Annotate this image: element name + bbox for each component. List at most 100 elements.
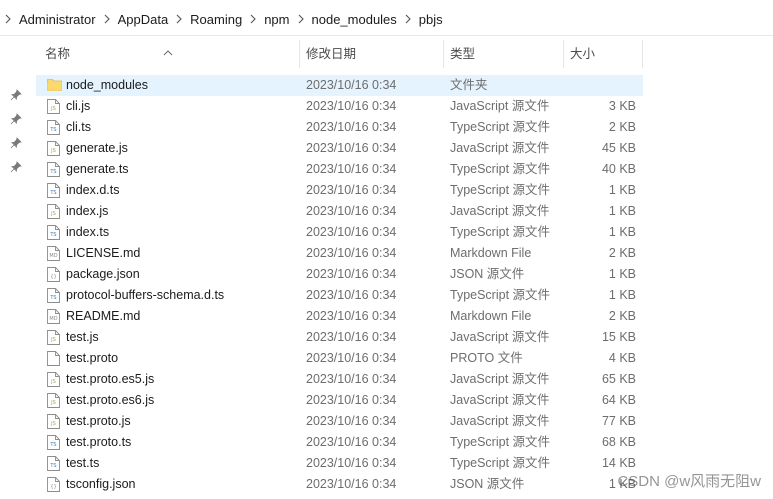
file-modified-date: 2023/10/16 0:34: [306, 393, 397, 407]
file-size: 65 KB: [601, 372, 636, 386]
breadcrumb: Administrator AppData Roaming npm node_modul…: [0, 10, 446, 28]
file-name: generate.js: [66, 141, 128, 155]
file-name: test.proto.ts: [66, 435, 132, 449]
js-file-icon: JS: [47, 330, 60, 345]
pin-icon[interactable]: [10, 88, 22, 101]
file-type: TypeScript 源文件: [450, 288, 551, 302]
chevron-right-icon[interactable]: [1, 12, 15, 26]
file-row[interactable]: {} tsconfig.json 2023/10/16 0:34 JSON 源文件 1 …: [36, 474, 643, 495]
ts-file-icon: TS: [47, 120, 60, 135]
chevron-right-icon[interactable]: [172, 12, 186, 26]
file-row[interactable]: JS test.proto.js 2023/10/16 0:34 JavaScript…: [36, 411, 643, 432]
column-header-size[interactable]: 大小: [564, 40, 643, 68]
chevron-right-icon[interactable]: [294, 12, 308, 26]
file-row[interactable]: JS test.js 2023/10/16 0:34 JavaScript 源文件 15…: [36, 327, 643, 348]
file-row[interactable]: test.proto 2023/10/16 0:34 PROTO 文件 4 KB: [36, 348, 643, 369]
file-type: Markdown File: [450, 309, 532, 323]
folder-row[interactable]: node_modules 2023/10/16 0:34 文件夹: [36, 75, 643, 96]
json-file-icon: {}: [47, 267, 60, 282]
file-type: TypeScript 源文件: [450, 162, 551, 176]
breadcrumb-item[interactable]: node_modules: [309, 12, 400, 27]
file-row[interactable]: TS test.proto.ts 2023/10/16 0:34 TypeScript…: [36, 432, 643, 453]
column-header-row: 名称 修改日期 类型 大小: [36, 40, 643, 68]
file-name: README.md: [66, 309, 141, 323]
pin-icon[interactable]: [10, 160, 22, 173]
file-modified-date: 2023/10/16 0:34: [306, 477, 397, 491]
file-type: TypeScript 源文件: [450, 225, 551, 239]
file-modified-date: 2023/10/16 0:34: [306, 456, 397, 470]
json-file-icon: {}: [47, 477, 60, 492]
file-type: JavaScript 源文件: [450, 414, 550, 428]
file-size: 64 KB: [601, 393, 636, 407]
column-header-type[interactable]: 类型: [444, 40, 564, 68]
file-type: JavaScript 源文件: [450, 204, 550, 218]
js-file-icon: JS: [47, 141, 60, 156]
breadcrumb-item[interactable]: Administrator: [16, 12, 99, 27]
file-list: node_modules 2023/10/16 0:34 文件夹 JS cli.js 20…: [36, 75, 643, 495]
ts-file-icon: TS: [47, 288, 60, 303]
file-name: test.proto.es6.js: [66, 393, 155, 407]
file-row[interactable]: MD README.md 2023/10/16 0:34 Markdown File 2…: [36, 306, 643, 327]
ts-file-icon: TS: [47, 183, 60, 198]
file-modified-date: 2023/10/16 0:34: [306, 330, 397, 344]
js-file-icon: JS: [47, 393, 60, 408]
ts-file-icon: TS: [47, 162, 60, 177]
breadcrumb-item[interactable]: npm: [261, 12, 292, 27]
file-row[interactable]: MD LICENSE.md 2023/10/16 0:34 Markdown File…: [36, 243, 643, 264]
chevron-right-icon[interactable]: [246, 12, 260, 26]
column-header-name[interactable]: 名称: [36, 40, 300, 68]
breadcrumb-item[interactable]: Roaming: [187, 12, 245, 27]
file-row[interactable]: TS generate.ts 2023/10/16 0:34 TypeScript 源…: [36, 159, 643, 180]
file-name: test.js: [66, 330, 99, 344]
column-header-date[interactable]: 修改日期: [300, 40, 444, 68]
svg-text:JS: JS: [50, 106, 56, 112]
file-size: 1 KB: [608, 267, 636, 281]
file-modified-date: 2023/10/16 0:34: [306, 204, 397, 218]
pin-icon[interactable]: [10, 112, 22, 125]
chevron-right-icon[interactable]: [100, 12, 114, 26]
file-row[interactable]: JS index.js 2023/10/16 0:34 JavaScript 源文件 1…: [36, 201, 643, 222]
file-type: JavaScript 源文件: [450, 372, 550, 386]
chevron-right-icon[interactable]: [401, 12, 415, 26]
file-row[interactable]: TS index.ts 2023/10/16 0:34 TypeScript 源文件 1…: [36, 222, 643, 243]
svg-text:JS: JS: [50, 379, 56, 385]
file-type: TypeScript 源文件: [450, 183, 551, 197]
file-modified-date: 2023/10/16 0:34: [306, 162, 397, 176]
breadcrumb-item[interactable]: AppData: [115, 12, 172, 27]
svg-text:TS: TS: [49, 463, 56, 469]
file-name: test.ts: [66, 456, 100, 470]
file-modified-date: 2023/10/16 0:34: [306, 99, 397, 113]
svg-text:MD: MD: [49, 253, 57, 259]
file-modified-date: 2023/10/16 0:34: [306, 78, 397, 92]
file-row[interactable]: TS cli.ts 2023/10/16 0:34 TypeScript 源文件 2 K…: [36, 117, 643, 138]
breadcrumb-item[interactable]: pbjs: [416, 12, 446, 27]
file-row[interactable]: JS test.proto.es6.js 2023/10/16 0:34 JavaSc…: [36, 390, 643, 411]
file-type: JSON 源文件: [450, 267, 525, 281]
file-row[interactable]: {} package.json 2023/10/16 0:34 JSON 源文件 1 K…: [36, 264, 643, 285]
file-size: 45 KB: [601, 141, 636, 155]
ts-file-icon: TS: [47, 225, 60, 240]
navigation-pane: [0, 36, 32, 499]
file-row[interactable]: TS protocol-buffers-schema.d.ts 2023/10/16…: [36, 285, 643, 306]
svg-text:MD: MD: [49, 316, 57, 322]
file-name: test.proto: [66, 351, 119, 365]
js-file-icon: JS: [47, 414, 60, 429]
svg-text:JS: JS: [50, 148, 56, 154]
file-type: JavaScript 源文件: [450, 393, 550, 407]
file-row[interactable]: TS test.ts 2023/10/16 0:34 TypeScript 源文件 14…: [36, 453, 643, 474]
file-name: index.ts: [66, 225, 110, 239]
file-type: TypeScript 源文件: [450, 120, 551, 134]
file-type: 文件夹: [450, 78, 488, 92]
column-header-size-label: 大小: [570, 47, 596, 61]
pin-icon[interactable]: [10, 136, 22, 149]
file-row[interactable]: JS cli.js 2023/10/16 0:34 JavaScript 源文件 3 K…: [36, 96, 643, 117]
column-header-type-label: 类型: [450, 47, 476, 61]
file-row[interactable]: JS generate.js 2023/10/16 0:34 JavaScript 源…: [36, 138, 643, 159]
file-row[interactable]: TS index.d.ts 2023/10/16 0:34 TypeScript 源文…: [36, 180, 643, 201]
file-row[interactable]: JS test.proto.es5.js 2023/10/16 0:34 JavaSc…: [36, 369, 643, 390]
file-size: 2 KB: [608, 309, 636, 323]
file-size: 77 KB: [601, 414, 636, 428]
file-size: 1 KB: [608, 183, 636, 197]
address-bar[interactable]: Administrator AppData Roaming npm node_modul…: [0, 0, 773, 36]
file-name: test.proto.es5.js: [66, 372, 155, 386]
